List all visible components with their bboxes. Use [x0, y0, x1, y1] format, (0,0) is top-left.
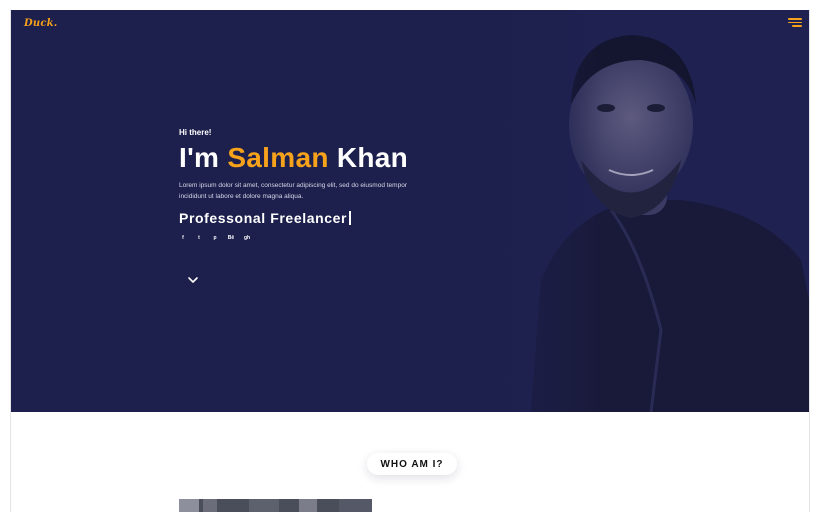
social-links: f t p Bē gh — [179, 234, 479, 242]
hero-description: Lorem ipsum dolor sit amet, consectetur … — [179, 182, 407, 200]
hero-section: Duck. Hi there! I'm Salman Khan Lorem ip… — [11, 10, 809, 412]
github-icon[interactable]: gh — [243, 234, 251, 242]
menu-line — [788, 18, 802, 20]
about-photo — [179, 499, 372, 512]
page-frame: Duck. Hi there! I'm Salman Khan Lorem ip… — [10, 10, 810, 512]
name-prefix: I'm — [179, 142, 228, 173]
behance-icon[interactable]: Bē — [227, 234, 235, 242]
twitter-icon[interactable]: t — [195, 234, 203, 242]
role-text: Professonal Freelancer — [179, 210, 348, 226]
facebook-icon[interactable]: f — [179, 234, 187, 242]
menu-line — [788, 21, 802, 24]
about-section-badge: WHO AM I? — [367, 453, 457, 475]
hero-intro: Hi there! I'm Salman Khan Lorem ipsum do… — [179, 128, 479, 242]
hero-role: Professonal Freelancer — [179, 210, 479, 226]
brand-logo[interactable]: Duck. — [24, 18, 57, 29]
hero-name: I'm Salman Khan — [179, 141, 479, 175]
scroll-down-chevron-icon[interactable] — [187, 273, 199, 285]
hero-greeting: Hi there! — [179, 128, 212, 137]
hamburger-menu-icon[interactable] — [788, 18, 802, 28]
top-navbar: Duck. — [11, 10, 809, 40]
name-suffix: Khan — [328, 142, 409, 173]
name-highlight: Salman — [227, 142, 329, 173]
profile-portrait — [491, 10, 809, 412]
typing-cursor — [349, 211, 351, 225]
pinterest-icon[interactable]: p — [211, 234, 219, 242]
menu-line — [792, 25, 802, 27]
